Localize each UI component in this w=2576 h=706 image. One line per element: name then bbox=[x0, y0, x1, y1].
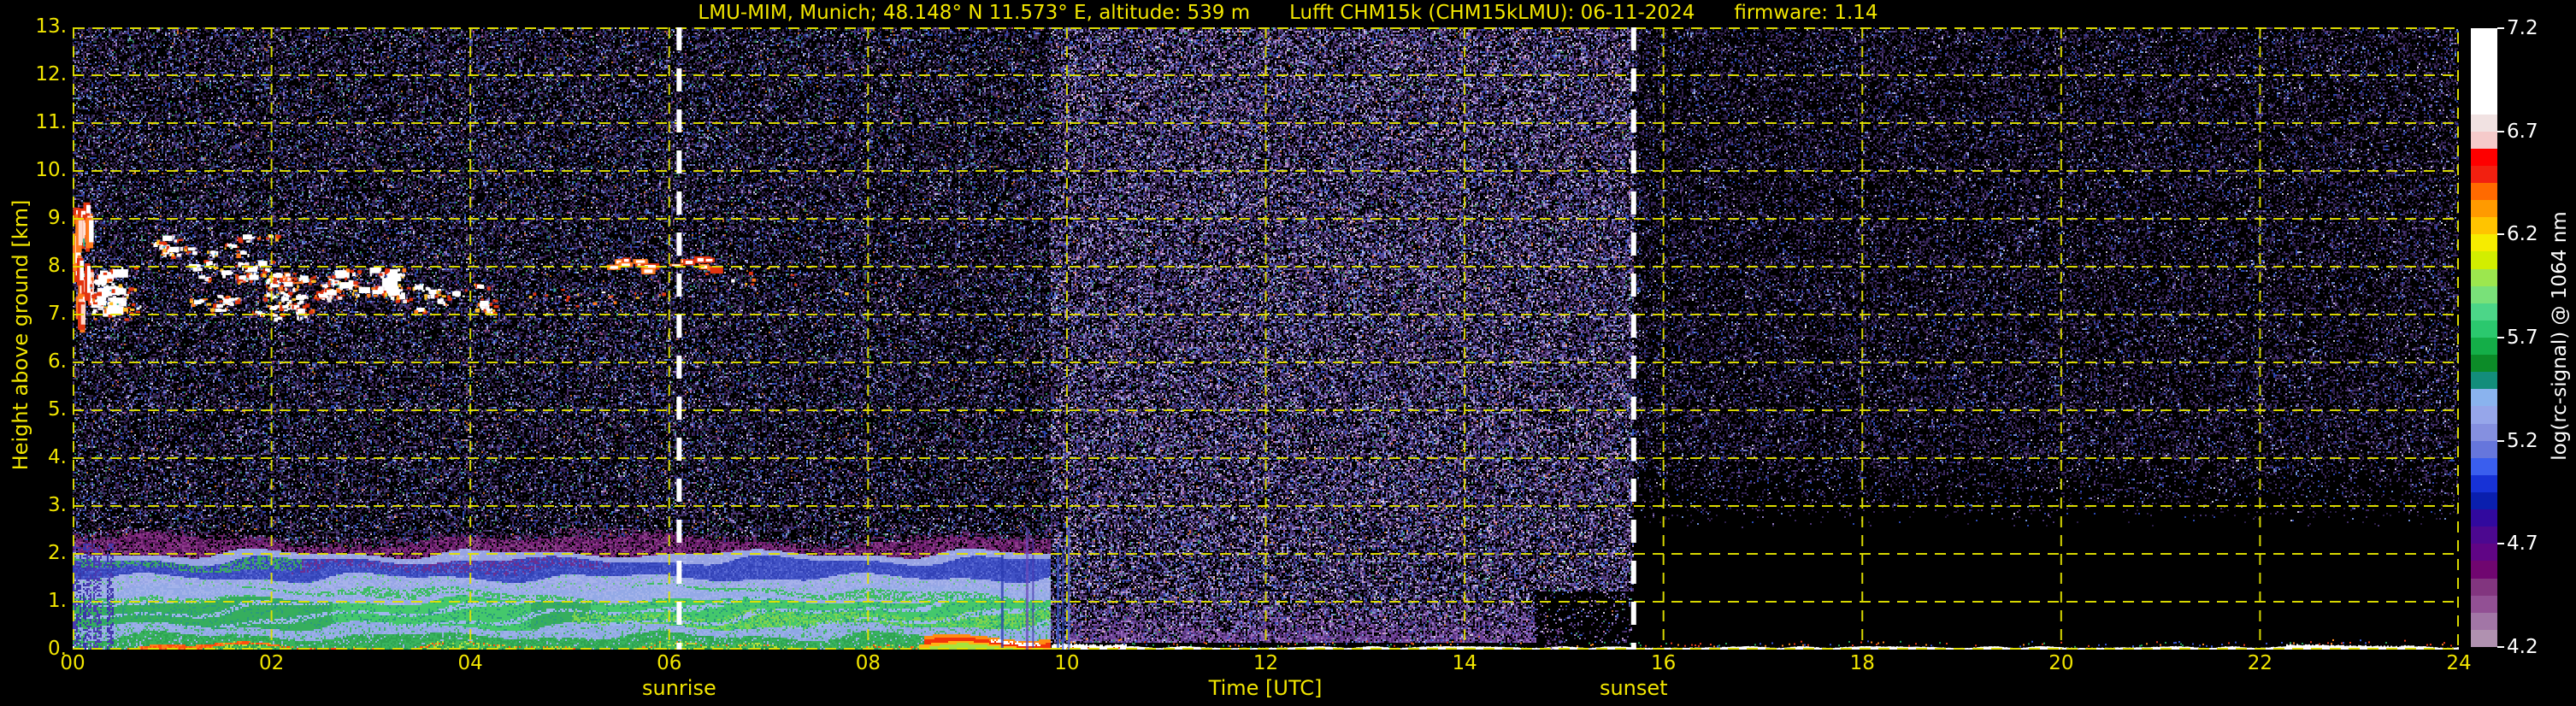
colorbar-segment bbox=[2471, 182, 2497, 201]
colorbar-tick-label: 6.2 bbox=[2507, 223, 2538, 246]
colorbar-segment bbox=[2471, 355, 2497, 373]
colorbar-tick-mark bbox=[2497, 130, 2504, 132]
colorbar-segment bbox=[2471, 561, 2497, 579]
colorbar-segment bbox=[2471, 303, 2497, 321]
colorbar-segment bbox=[2471, 440, 2497, 458]
page-title: LMU-MIM, Munich; 48.148° N 11.573° E, al… bbox=[0, 2, 2576, 24]
colorbar-segment bbox=[2471, 268, 2497, 286]
ceilometer-figure: LMU-MIM, Munich; 48.148° N 11.573° E, al… bbox=[0, 0, 2576, 706]
x-tick-label: 14 bbox=[1452, 652, 1477, 674]
y-tick-label: 11. bbox=[35, 111, 67, 133]
title-station: LMU-MIM, Munich; 48.148° N 11.573° E, al… bbox=[698, 2, 1251, 24]
colorbar-tick-label: 7.2 bbox=[2507, 17, 2538, 39]
y-axis-label: Height above ground [km] bbox=[9, 199, 32, 471]
colorbar-tick-mark bbox=[2497, 27, 2504, 29]
colorbar-tick-label: 4.2 bbox=[2507, 636, 2538, 658]
colorbar-tick-mark bbox=[2497, 337, 2504, 338]
colorbar-segment bbox=[2471, 45, 2497, 63]
y-tick-label: 2. bbox=[48, 542, 67, 564]
colorbar-segment bbox=[2471, 79, 2497, 97]
x-axis-label: Time [UTC] bbox=[1208, 676, 1323, 700]
x-tick-label: 12 bbox=[1253, 652, 1279, 674]
colorbar-segment bbox=[2471, 97, 2497, 115]
colorbar-segment bbox=[2471, 612, 2497, 630]
colorbar-tick-mark bbox=[2497, 543, 2504, 545]
colorbar-segment bbox=[2471, 578, 2497, 596]
colorbar-tick-mark bbox=[2497, 233, 2504, 236]
colorbar-segment bbox=[2471, 372, 2497, 390]
x-tick-label: 24 bbox=[2446, 652, 2472, 674]
y-tick-label: 4. bbox=[48, 446, 67, 468]
colorbar-segment bbox=[2471, 389, 2497, 407]
colorbar-segment bbox=[2471, 251, 2497, 269]
sunrise-label: sunrise bbox=[642, 676, 716, 700]
x-tick-label: 22 bbox=[2247, 652, 2273, 674]
colorbar-segment bbox=[2471, 509, 2497, 527]
y-tick-label: 8. bbox=[48, 255, 67, 277]
colorbar-segment bbox=[2471, 474, 2497, 492]
colorbar-segment bbox=[2471, 62, 2497, 80]
colorbar-segment bbox=[2471, 423, 2497, 441]
x-tick-label: 04 bbox=[457, 652, 483, 674]
colorbar-segment bbox=[2471, 320, 2497, 338]
y-tick-label: 12. bbox=[35, 63, 67, 85]
colorbar-tick-label: 5.2 bbox=[2507, 429, 2538, 452]
colorbar-tick-mark bbox=[2497, 439, 2504, 442]
colorbar-tick-label: 5.7 bbox=[2507, 327, 2538, 349]
colorbar-segment bbox=[2471, 457, 2497, 475]
colorbar-segment bbox=[2471, 285, 2497, 303]
ceilometer-plot-canvas bbox=[73, 27, 2459, 650]
colorbar-segment bbox=[2471, 165, 2497, 183]
y-tick-label: 13. bbox=[35, 15, 67, 38]
x-tick-label: 20 bbox=[2048, 652, 2074, 674]
y-tick-label: 3. bbox=[48, 494, 67, 516]
y-tick-label: 9. bbox=[48, 207, 67, 229]
colorbar-segment bbox=[2471, 491, 2497, 510]
colorbar-segment bbox=[2471, 148, 2497, 166]
x-tick-label: 06 bbox=[657, 652, 682, 674]
colorbar-segment bbox=[2471, 114, 2497, 132]
colorbar-segment bbox=[2471, 217, 2497, 235]
colorbar-segment bbox=[2471, 28, 2497, 46]
colorbar-tick-label: 4.7 bbox=[2507, 532, 2538, 556]
x-tick-label: 16 bbox=[1651, 652, 1677, 674]
colorbar-segment bbox=[2471, 406, 2497, 424]
colorbar-segment bbox=[2471, 200, 2497, 218]
x-tick-label: 08 bbox=[855, 652, 881, 674]
colorbar-tick-label: 6.7 bbox=[2507, 120, 2538, 143]
title-firmware: firmware: 1.14 bbox=[1734, 2, 1878, 24]
x-tick-label: 00 bbox=[60, 652, 85, 674]
colorbar-segment bbox=[2471, 629, 2497, 647]
colorbar-segment bbox=[2471, 337, 2497, 356]
title-instrument: Lufft CHM15k (CHM15kLMU): 06-11-2024 bbox=[1289, 2, 1695, 24]
x-tick-label: 18 bbox=[1849, 652, 1875, 674]
y-tick-label: 10. bbox=[35, 159, 67, 181]
colorbar-segment bbox=[2471, 234, 2497, 252]
colorbar-segment bbox=[2471, 131, 2497, 149]
colorbar-segment bbox=[2471, 544, 2497, 562]
y-tick-label: 1. bbox=[48, 590, 67, 612]
colorbar-segment bbox=[2471, 595, 2497, 613]
y-tick-label: 6. bbox=[48, 350, 67, 373]
colorbar-segment bbox=[2471, 527, 2497, 544]
sunset-label: sunset bbox=[1599, 676, 1668, 700]
x-tick-label: 10 bbox=[1054, 652, 1080, 674]
y-tick-label: 5. bbox=[48, 398, 67, 421]
y-tick-label: 7. bbox=[48, 303, 67, 325]
colorbar-label: log(rc-signal) @ 1064 nm bbox=[2549, 211, 2571, 461]
colorbar bbox=[2471, 28, 2497, 647]
x-tick-label: 02 bbox=[258, 652, 285, 674]
colorbar-tick-mark bbox=[2497, 646, 2504, 648]
